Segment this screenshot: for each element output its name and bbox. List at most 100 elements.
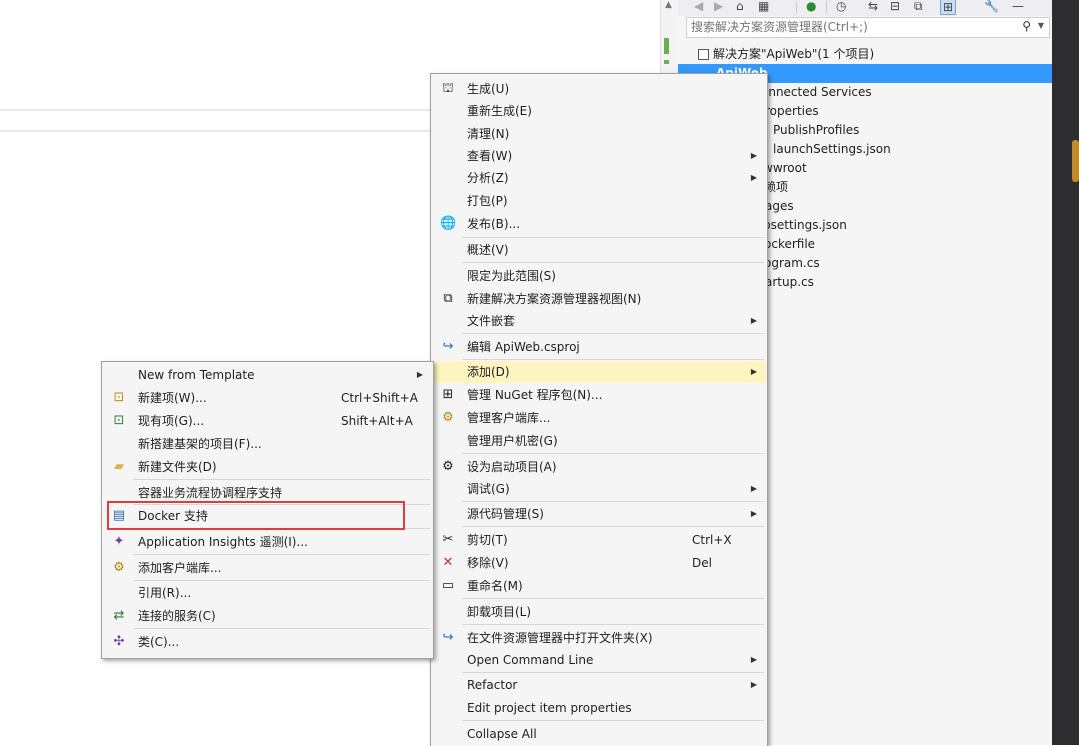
menu-separator bbox=[462, 237, 764, 238]
solution-explorer-search[interactable]: ⚲ ▼ bbox=[686, 17, 1050, 38]
menu-item-rebuild[interactable]: 重新生成(E) bbox=[432, 100, 766, 122]
pending-changes-icon[interactable]: ● bbox=[806, 0, 816, 13]
class-icon: ✣ bbox=[113, 634, 125, 649]
menu-item-client-library[interactable]: ⚙ 添加客户端库... bbox=[103, 557, 432, 579]
menu-item-clean[interactable]: 清理(N) bbox=[432, 123, 766, 145]
submenu-arrow-icon: ▶ bbox=[750, 173, 757, 182]
shortcut-text: Ctrl+X bbox=[692, 533, 732, 547]
client-library-icon: ⚙ bbox=[442, 410, 454, 425]
switch-views-icon[interactable]: ▦ bbox=[758, 0, 769, 13]
menu-item-rename[interactable]: ▭ 重命名(M) bbox=[432, 575, 766, 597]
home-icon[interactable]: ⌂ bbox=[736, 0, 744, 13]
menu-item-scope[interactable]: 限定为此范围(S) bbox=[432, 265, 766, 287]
menu-item-collapse-all[interactable]: Collapse All bbox=[432, 723, 766, 745]
menu-separator bbox=[133, 628, 430, 629]
menu-item-set-startup[interactable]: ⚙ 设为启动项目(A) bbox=[432, 456, 766, 478]
menu-item-pack[interactable]: 打包(P) bbox=[432, 190, 766, 212]
submenu-arrow-icon: ▶ bbox=[750, 151, 757, 160]
search-input[interactable] bbox=[687, 18, 1015, 36]
menu-item-edit-properties[interactable]: Edit project item properties bbox=[432, 697, 766, 719]
menu-item-add[interactable]: 添加(D) ▶ bbox=[432, 361, 766, 383]
menu-item-source-control[interactable]: 源代码管理(S) ▶ bbox=[432, 503, 766, 525]
menu-item-edit-csproj[interactable]: ↪ 编辑 ApiWeb.csproj bbox=[432, 336, 766, 358]
scissors-icon: ✂ bbox=[442, 532, 454, 547]
menu-item-scaffold[interactable]: 新搭建基架的项目(F)... bbox=[103, 433, 432, 455]
change-marker bbox=[664, 60, 669, 64]
menu-separator bbox=[133, 580, 430, 581]
nuget-icon: ⊞ bbox=[442, 387, 454, 402]
menu-item-open-folder[interactable]: ↪ 在文件资源管理器中打开文件夹(X) bbox=[432, 627, 766, 649]
lightbulb-icon: ✦ bbox=[113, 534, 125, 549]
new-item-icon: ⊡ bbox=[113, 390, 125, 405]
connected-service-icon: ⇄ bbox=[113, 608, 125, 623]
edit-arrow-icon: ↪ bbox=[442, 339, 454, 354]
menu-separator bbox=[462, 333, 764, 334]
menu-separator bbox=[462, 526, 764, 527]
menu-item-existing-item[interactable]: ⊡ 现有项(G)... Shift+Alt+A bbox=[103, 410, 432, 432]
solution-node[interactable]: 解决方案"ApiWeb"(1 个项目) bbox=[698, 45, 874, 64]
tree-item[interactable]: wwroot bbox=[763, 159, 807, 178]
menu-item-overview[interactable]: 概述(V) bbox=[432, 239, 766, 261]
solution-icon bbox=[698, 49, 709, 60]
scroll-up-icon[interactable]: ▲ bbox=[665, 0, 672, 10]
tree-item[interactable]: psettings.json bbox=[763, 216, 847, 235]
menu-item-client-libs[interactable]: ⚙ 管理客户端库... bbox=[432, 407, 766, 429]
tree-item[interactable]: ages bbox=[765, 197, 794, 216]
tree-item[interactable]: ogram.cs bbox=[764, 254, 820, 273]
menu-separator bbox=[462, 624, 764, 625]
new-view-icon: ⧉ bbox=[443, 291, 453, 306]
collapse-all-icon[interactable]: ⊟ bbox=[890, 0, 900, 13]
menu-item-publish[interactable]: 🌐 发布(B)... bbox=[432, 213, 766, 235]
tree-item[interactable]: ockerfile bbox=[764, 235, 815, 254]
back-icon[interactable]: ◀ bbox=[694, 0, 703, 13]
menu-item-refactor[interactable]: Refactor ▶ bbox=[432, 674, 766, 696]
menu-separator bbox=[462, 501, 764, 502]
sync-active-icon[interactable]: ⊞ bbox=[940, 0, 957, 15]
menu-separator bbox=[462, 262, 764, 263]
submenu-arrow-icon: ▶ bbox=[750, 509, 757, 518]
menu-item-user-secrets[interactable]: 管理用户机密(G) bbox=[432, 430, 766, 452]
search-icon[interactable]: ⚲ bbox=[1022, 19, 1031, 33]
tree-item[interactable]: roperties bbox=[765, 102, 819, 121]
properties-icon[interactable]: 🔧 bbox=[984, 0, 999, 13]
menu-item-nuget[interactable]: ⊞ 管理 NuGet 程序包(N)... bbox=[432, 384, 766, 406]
tree-item[interactable]: launchSettings.json bbox=[773, 140, 891, 159]
menu-separator bbox=[133, 479, 430, 480]
submenu-arrow-icon: ▶ bbox=[750, 484, 757, 493]
rename-icon: ▭ bbox=[441, 578, 455, 593]
menu-item-cut[interactable]: ✂ 剪切(T) Ctrl+X bbox=[432, 529, 766, 551]
show-all-files-icon[interactable]: ⧉ bbox=[914, 0, 923, 14]
menu-item-file-nesting[interactable]: 文件嵌套 ▶ bbox=[432, 310, 766, 332]
globe-icon: 🌐 bbox=[440, 216, 457, 231]
menu-item-class[interactable]: ✣ 类(C)... bbox=[103, 631, 432, 653]
menu-item-app-insights[interactable]: ✦ Application Insights 遥测(I)... bbox=[103, 531, 432, 553]
menu-item-build[interactable]: ⛫ 生成(U) bbox=[432, 78, 766, 100]
menu-item-reference[interactable]: 引用(R)... bbox=[103, 582, 432, 604]
chevron-down-icon[interactable]: ▼ bbox=[1038, 21, 1044, 30]
menu-separator bbox=[462, 598, 764, 599]
forward-icon[interactable]: ▶ bbox=[714, 0, 723, 13]
menu-item-view[interactable]: 查看(W) ▶ bbox=[432, 145, 766, 167]
menu-item-connected-service[interactable]: ⇄ 连接的服务(C) bbox=[103, 605, 432, 627]
tree-item[interactable]: artup.cs bbox=[765, 273, 814, 292]
preview-icon[interactable]: — bbox=[1012, 0, 1024, 13]
sync-icon[interactable]: ⇆ bbox=[868, 0, 878, 13]
tree-item[interactable]: onnected Services bbox=[761, 83, 872, 102]
panel-tab[interactable] bbox=[1072, 140, 1079, 182]
menu-item-new-from-template[interactable]: New from Template ▶ bbox=[103, 364, 432, 386]
existing-item-icon: ⊡ bbox=[113, 413, 125, 428]
change-marker bbox=[664, 38, 669, 54]
history-icon[interactable]: ◷ bbox=[836, 0, 846, 13]
menu-item-open-command-line[interactable]: Open Command Line ▶ bbox=[432, 649, 766, 671]
menu-item-new-item[interactable]: ⊡ 新建项(W)... Ctrl+Shift+A bbox=[103, 387, 432, 409]
menu-item-unload[interactable]: 卸载项目(L) bbox=[432, 601, 766, 623]
menu-item-new-view[interactable]: ⧉ 新建解决方案资源管理器视图(N) bbox=[432, 288, 766, 310]
menu-separator bbox=[462, 672, 764, 673]
tree-item[interactable]: PublishProfiles bbox=[773, 121, 859, 140]
menu-item-analyze[interactable]: 分析(Z) ▶ bbox=[432, 167, 766, 189]
shortcut-text: Ctrl+Shift+A bbox=[341, 391, 418, 405]
toolbar-separator bbox=[796, 1, 797, 14]
menu-item-remove[interactable]: ✕ 移除(V) Del bbox=[432, 552, 766, 574]
menu-item-new-folder[interactable]: ▰ 新建文件夹(D) bbox=[103, 456, 432, 478]
menu-item-debug[interactable]: 调试(G) ▶ bbox=[432, 478, 766, 500]
